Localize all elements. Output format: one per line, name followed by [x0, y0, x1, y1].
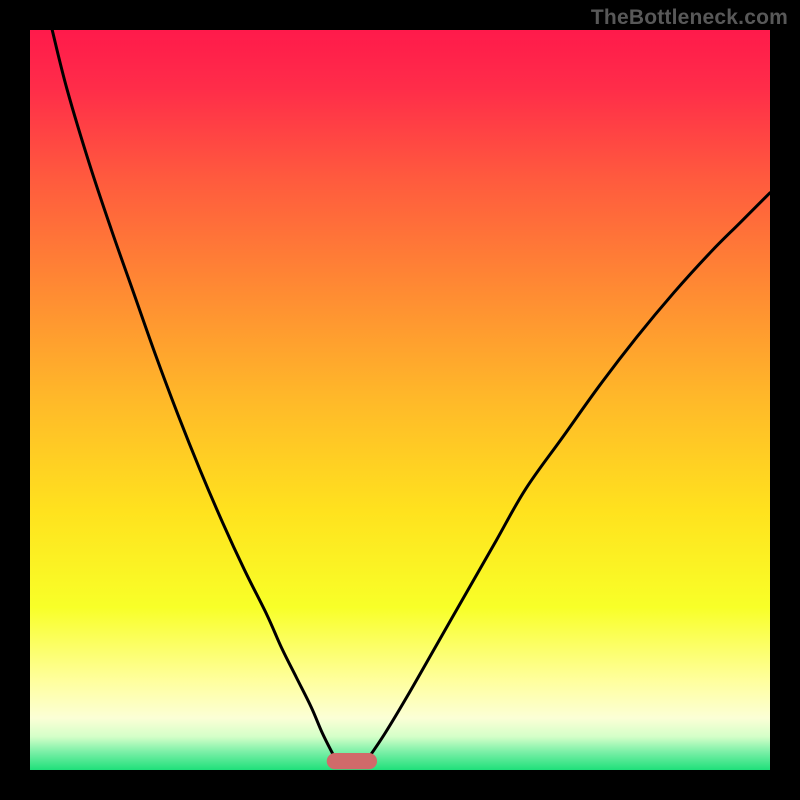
- bottom-marker: [327, 753, 377, 769]
- chart-svg: [30, 30, 770, 770]
- plot-area: [30, 30, 770, 770]
- watermark-text: TheBottleneck.com: [591, 6, 788, 30]
- chart-frame: TheBottleneck.com: [0, 0, 800, 800]
- bottom-marker: [327, 753, 377, 769]
- gradient-background: [30, 30, 770, 770]
